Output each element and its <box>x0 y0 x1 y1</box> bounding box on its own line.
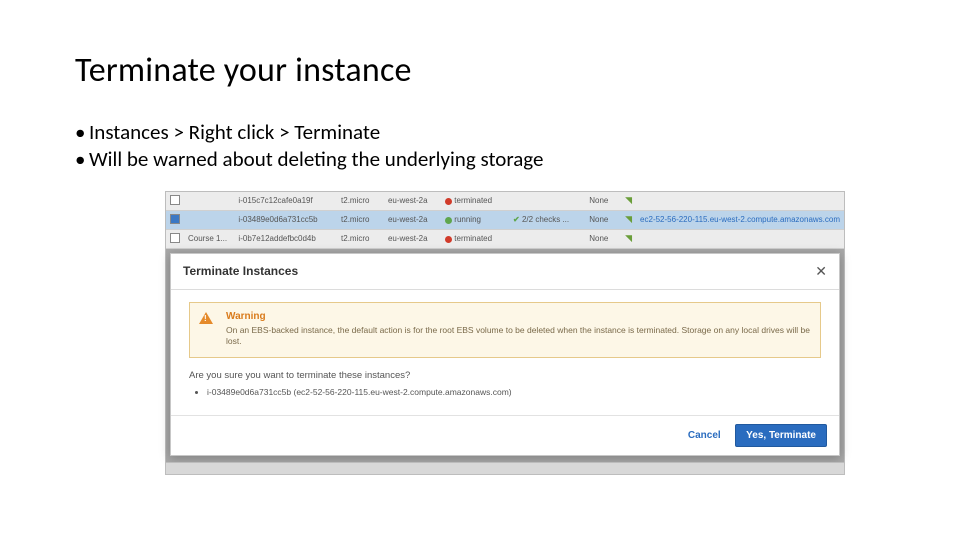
state-dot-icon <box>445 198 452 205</box>
confirm-item: i-03489e0d6a731cc5b (ec2-52-56-220-115.e… <box>207 387 821 397</box>
row-checkbox[interactable] <box>170 214 180 224</box>
terminate-dialog: Terminate Instances ✕ Warning On an EBS-… <box>170 253 840 456</box>
dialog-title: Terminate Instances <box>183 264 298 278</box>
instances-table: i-015c7c12cafe0a19f t2.micro eu-west-2a … <box>166 192 844 249</box>
footer-strip <box>166 462 844 474</box>
warning-text: On an EBS-backed instance, the default a… <box>226 325 810 348</box>
slide-bullets: Instances > Right click > Terminate Will… <box>75 119 885 173</box>
alarm-edit-icon[interactable]: ◥ <box>625 233 632 243</box>
cancel-button[interactable]: Cancel <box>688 430 721 441</box>
state-dot-icon <box>445 236 452 243</box>
table-row[interactable]: Course 1... i-0b7e12addefbc0d4b t2.micro… <box>166 229 844 248</box>
confirm-question: Are you sure you want to terminate these… <box>189 370 821 381</box>
slide-title: Terminate your instance <box>75 50 885 91</box>
close-icon[interactable]: ✕ <box>815 263 827 280</box>
warning-heading: Warning <box>226 311 810 322</box>
check-pass-icon: ✔ <box>513 215 520 224</box>
alarm-edit-icon[interactable]: ◥ <box>625 195 632 205</box>
table-row[interactable]: i-03489e0d6a731cc5b t2.micro eu-west-2a … <box>166 210 844 229</box>
alarm-edit-icon[interactable]: ◥ <box>625 214 632 224</box>
state-dot-icon <box>445 217 452 224</box>
warning-box: Warning On an EBS-backed instance, the d… <box>189 302 821 358</box>
row-checkbox[interactable] <box>170 233 180 243</box>
bullet-item: Instances > Right click > Terminate <box>75 119 885 146</box>
table-row[interactable]: i-015c7c12cafe0a19f t2.micro eu-west-2a … <box>166 192 844 211</box>
terminate-button[interactable]: Yes, Terminate <box>735 424 827 447</box>
warning-icon <box>199 312 213 324</box>
aws-console-screenshot: i-015c7c12cafe0a19f t2.micro eu-west-2a … <box>165 191 845 475</box>
confirm-list: i-03489e0d6a731cc5b (ec2-52-56-220-115.e… <box>189 387 821 397</box>
bullet-item: Will be warned about deleting the underl… <box>75 146 885 173</box>
row-checkbox[interactable] <box>170 195 180 205</box>
